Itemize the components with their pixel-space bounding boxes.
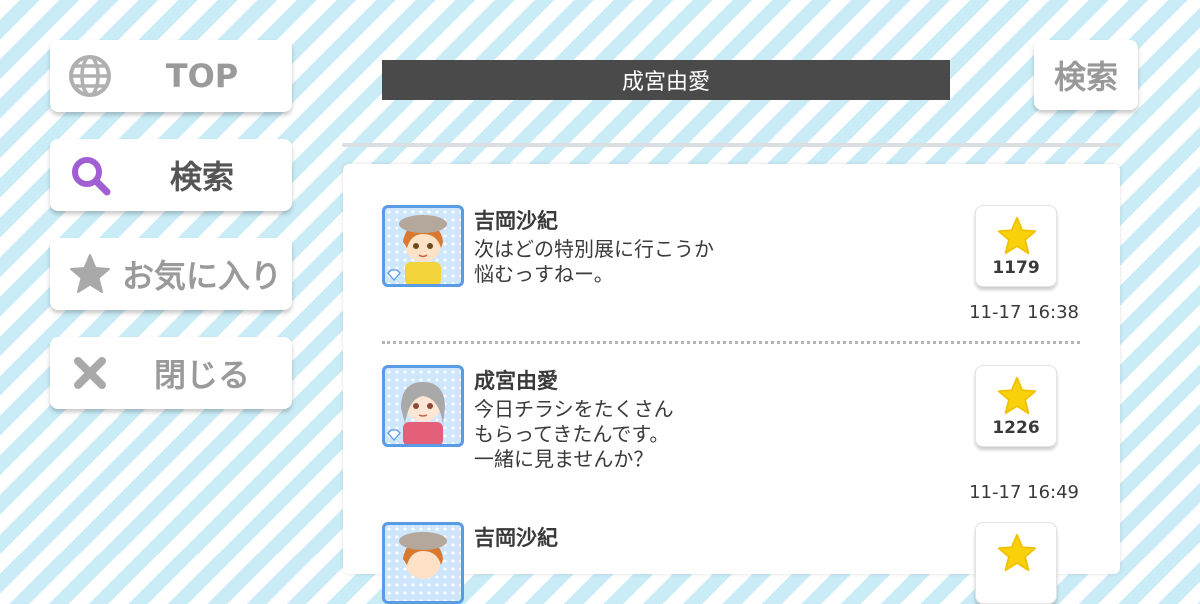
diamond-icon <box>387 269 401 281</box>
post-list[interactable]: 吉岡沙紀 次はどの特別展に行こうか 悩むっすねー。 1179 11-17 16:… <box>343 164 1120 604</box>
avatar[interactable] <box>382 365 464 447</box>
close-icon <box>74 357 106 389</box>
like-button[interactable]: 1226 <box>975 365 1057 447</box>
page-title: 成宮由愛 <box>382 60 950 100</box>
star-icon <box>997 376 1037 415</box>
post-timestamp: 11-17 16:38 <box>969 302 1079 323</box>
post-author: 成宮由愛 <box>474 369 558 393</box>
favorites-label: お気に入り <box>121 257 282 295</box>
post-timestamp: 11-17 16:49 <box>969 482 1079 503</box>
star-icon <box>997 216 1037 255</box>
close-button[interactable]: 閉じる <box>50 337 292 409</box>
search-button[interactable]: 検索 <box>1034 40 1138 110</box>
divider <box>382 341 1080 344</box>
top-button[interactable]: TOP <box>50 40 292 112</box>
avatar[interactable] <box>382 205 464 287</box>
top-label: TOP <box>165 57 239 95</box>
character-portrait-icon <box>399 532 447 579</box>
close-label: 閉じる <box>153 356 250 394</box>
post-message: 次はどの特別展に行こうか 悩むっすねー。 <box>474 237 714 286</box>
avatar[interactable] <box>382 522 464 604</box>
star-icon <box>70 254 110 293</box>
like-button[interactable] <box>975 522 1057 604</box>
post-message: 今日チラシをたくさん もらってきたんです。 一緒に見ませんか？ <box>474 397 674 471</box>
favorites-button[interactable]: お気に入り <box>50 238 292 310</box>
like-button[interactable]: 1179 <box>975 205 1057 287</box>
post-author: 吉岡沙紀 <box>474 526 558 550</box>
search-nav-button[interactable]: 検索 <box>50 139 292 211</box>
like-count: 1226 <box>992 418 1040 438</box>
search-nav-label: 検索 <box>169 158 234 196</box>
list-item: 吉岡沙紀 次はどの特別展に行こうか 悩むっすねー。 1179 11-17 16:… <box>343 205 1120 325</box>
post-author: 吉岡沙紀 <box>474 209 558 233</box>
star-icon <box>997 533 1037 572</box>
search-icon <box>72 157 111 196</box>
like-count: 1179 <box>992 258 1040 278</box>
globe-icon <box>69 55 111 97</box>
list-item: 成宮由愛 今日チラシをたくさん もらってきたんです。 一緒に見ませんか？ 122… <box>343 365 1120 505</box>
list-item: 吉岡沙紀 <box>343 522 1120 604</box>
header-divider <box>342 143 1120 147</box>
diamond-icon <box>387 429 401 441</box>
